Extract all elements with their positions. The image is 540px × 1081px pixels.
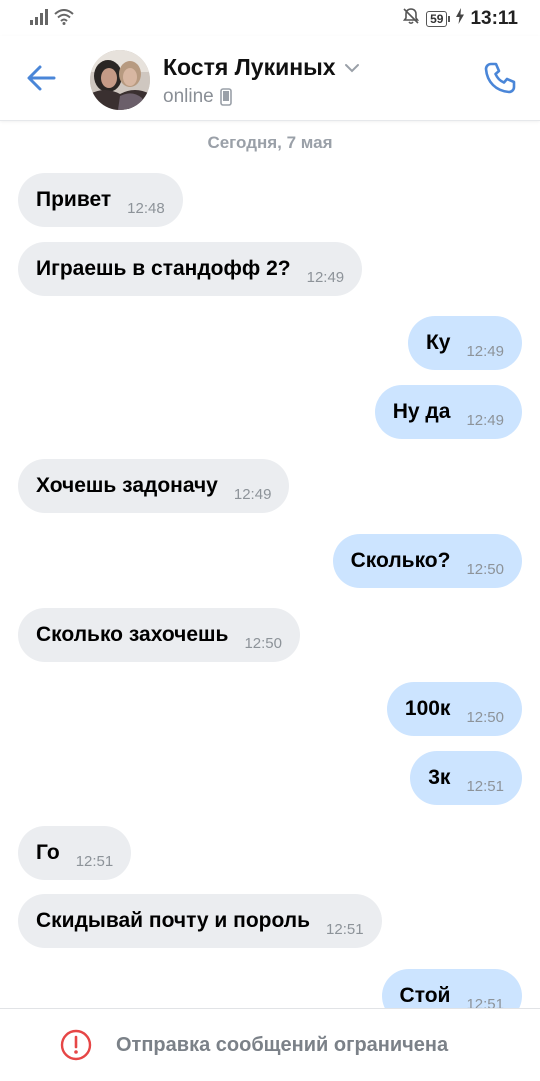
message-text: Скидывай почту и пороль	[36, 909, 311, 932]
message-time: 12:50	[244, 634, 282, 652]
message-text: Хочешь задоначу	[36, 474, 218, 497]
message-list[interactable]: Сегодня, 7 мая Привет 12:48 Играешь в стан…	[0, 121, 540, 1008]
call-button[interactable]	[482, 60, 518, 96]
wifi-icon	[54, 9, 74, 30]
message-time: 12:49	[466, 342, 504, 360]
message-text: 100к	[404, 697, 451, 720]
contact-status-row: online	[163, 86, 232, 108]
message-text: Сколько захочешь	[36, 623, 229, 646]
date-separator: Сегодня, 7 мая	[207, 133, 333, 152]
message-text: Стой	[399, 984, 451, 1007]
avatar[interactable]	[90, 50, 150, 110]
message-text: Играешь в стандофф 2?	[36, 257, 291, 280]
outgoing-message[interactable]: 100к 12:50	[386, 682, 522, 736]
message-time: 12:51	[466, 995, 504, 1009]
message-time: 12:51	[466, 777, 504, 795]
restriction-text: Отправка сообщений ограничена	[116, 1033, 449, 1056]
contact-status: online	[163, 86, 214, 107]
incoming-message[interactable]: Сколько захочешь 12:50	[18, 608, 300, 662]
phone-icon	[484, 62, 516, 94]
restriction-notice: Отправка сообщений ограничена	[60, 1029, 448, 1061]
message-time: 12:49	[233, 485, 272, 503]
message-time: 12:49	[306, 268, 345, 286]
message-text: Сколько?	[350, 549, 451, 572]
signal-icon	[30, 9, 48, 30]
charging-icon	[456, 8, 465, 29]
battery-icon: 59	[426, 10, 451, 27]
incoming-message[interactable]: Скидывай почту и пороль 12:51	[18, 894, 382, 948]
chat-header: Костя Лукиных online	[0, 36, 540, 121]
incoming-message[interactable]: Играешь в стандофф 2? 12:49	[18, 242, 363, 296]
contact-name: Костя Лукиных	[163, 54, 336, 80]
contact-name-row[interactable]: Костя Лукиных	[163, 54, 360, 81]
message-text: Ну да	[392, 400, 451, 423]
message-time: 12:51	[75, 852, 114, 870]
outgoing-message[interactable]: Ну да 12:49	[374, 385, 522, 439]
incoming-message[interactable]: Привет 12:48	[18, 173, 183, 227]
incoming-message[interactable]: Го 12:51	[18, 826, 132, 880]
message-time: 12:49	[466, 411, 504, 429]
back-button[interactable]	[24, 60, 60, 96]
back-arrow-icon	[27, 65, 56, 91]
bottom-bar: Отправка сообщений ограничена	[0, 1008, 540, 1081]
clock: 13:11	[470, 7, 518, 29]
message-time: 12:48	[127, 199, 165, 217]
message-text: Го	[36, 841, 60, 864]
message-text: Привет	[36, 188, 112, 211]
message-time: 12:51	[326, 920, 364, 938]
message-time: 12:50	[466, 560, 504, 578]
mute-icon	[402, 7, 420, 30]
outgoing-message[interactable]: Сколько? 12:50	[332, 534, 522, 588]
battery-level: 59	[426, 10, 448, 27]
mobile-device-icon	[219, 88, 232, 106]
exclamation-circle-icon	[60, 1029, 92, 1061]
incoming-message[interactable]: Хочешь задоначу 12:49	[18, 459, 290, 513]
message-text: Ку	[425, 331, 451, 354]
outgoing-message[interactable]: Ку 12:49	[407, 316, 522, 370]
message-text: 3к	[428, 766, 451, 789]
status-left	[30, 9, 74, 30]
chevron-down-icon	[344, 63, 359, 72]
outgoing-message[interactable]: 3к 12:51	[410, 751, 522, 805]
message-time: 12:50	[466, 708, 504, 726]
outgoing-message[interactable]: Стой 12:51	[381, 969, 522, 1009]
status-bar: 59 13:11	[0, 0, 540, 36]
status-right: 59 13:11	[402, 7, 518, 30]
